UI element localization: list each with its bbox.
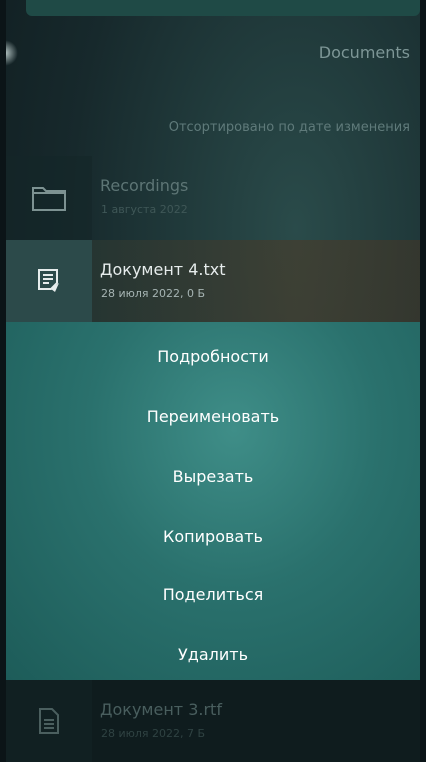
sort-label[interactable]: Отсортировано по дате изменения [169,120,410,135]
folder-icon [6,156,92,240]
folder-title: Documents [318,43,410,62]
file-row-recordings[interactable]: Recordings 1 августа 2022 [6,156,420,240]
menu-item-rename[interactable]: Переименовать [6,407,420,426]
text-file-icon [6,240,92,322]
file-meta: 28 июля 2022, 0 Б [101,287,206,300]
context-menu: Подробности Переименовать Вырезать Копир… [6,322,420,680]
screen: Documents Отсортировано по дате изменени… [6,0,420,762]
file-meta: 28 июля 2022, 7 Б [101,727,206,740]
file-name: Recordings [100,176,189,195]
file-name: Документ 4.txt [100,260,226,279]
file-row-document-4[interactable]: Документ 4.txt 28 июля 2022, 0 Б [6,240,420,322]
top-bar [26,0,420,16]
document-icon [6,680,92,762]
menu-item-details[interactable]: Подробности [6,347,420,366]
file-name: Документ 3.rtf [100,700,222,719]
file-row-document-3[interactable]: Документ 3.rtf 28 июля 2022, 7 Б [6,680,420,762]
file-meta: 1 августа 2022 [101,203,188,216]
edge-glow [6,40,18,66]
menu-item-copy[interactable]: Копировать [6,527,420,546]
menu-item-delete[interactable]: Удалить [6,645,420,664]
menu-item-share[interactable]: Поделиться [6,585,420,604]
menu-item-cut[interactable]: Вырезать [6,467,420,486]
